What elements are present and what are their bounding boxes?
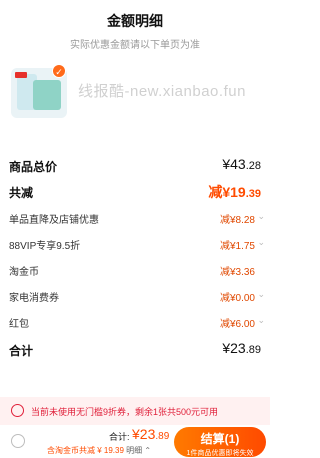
- notice-radio-icon[interactable]: [11, 404, 24, 417]
- brand-tag-icon: [15, 72, 27, 78]
- select-all-radio-icon[interactable]: [11, 434, 25, 448]
- product-image-part: [33, 80, 61, 110]
- discount-item-row[interactable]: 红包 减¥6.00 ⌄: [0, 308, 270, 334]
- coupon-notice-bar[interactable]: 当前未使用无门槛9折券，剩余1张共500元可用: [0, 397, 270, 425]
- discount-item-value: 减¥0.00: [219, 293, 255, 304]
- sum-label: 合计: [9, 344, 34, 358]
- discount-item-label: 88VIP专享9.5折: [9, 241, 81, 252]
- chevron-down-icon: ⌄: [257, 237, 265, 247]
- discount-item-label: 红包: [9, 319, 29, 330]
- watermark-text: 线报酷-new.xianbao.fun: [78, 83, 246, 100]
- discount-total-value: 减¥19.39: [208, 184, 261, 200]
- discount-item-label: 单品直降及店铺优惠: [9, 215, 99, 226]
- checkout-bar: 合计: ¥23.89 含淘金币共减 ¥ 19.39 明细 ⌃ 结算(1) 1件商…: [0, 425, 270, 458]
- product-area: ✓ 线报酷-new.xianbao.fun: [0, 52, 270, 122]
- discount-total-row: 共减 减¥19.39: [0, 178, 270, 204]
- chevron-down-icon: ⌄: [257, 289, 265, 299]
- discount-item-label: 淘金币: [9, 267, 39, 278]
- discount-item-row[interactable]: 88VIP专享9.5折 减¥1.75 ⌄: [0, 230, 270, 256]
- sum-value: ¥23.89: [222, 340, 261, 356]
- goods-total-value: ¥43.28: [222, 156, 261, 172]
- sum-row: 合计 ¥23.89: [0, 334, 270, 364]
- checkout-button-label: 结算(1): [200, 432, 240, 446]
- sheet-title: 金额明细: [107, 13, 163, 29]
- footer-total-label: 合计:: [109, 432, 130, 442]
- discount-item-row: 淘金币 减¥3.36: [0, 256, 270, 282]
- discount-item-row[interactable]: 家电消费券 减¥0.00 ⌄: [0, 282, 270, 308]
- chevron-down-icon: ⌄: [257, 315, 265, 325]
- footer-total-value: ¥23.89: [132, 426, 170, 442]
- discount-item-value: 减¥8.28: [219, 215, 255, 226]
- chevron-up-icon[interactable]: ⌃: [142, 446, 151, 455]
- discount-item-row[interactable]: 单品直降及店铺优惠 减¥8.28 ⌄: [0, 204, 270, 230]
- goods-total-row: 商品总价 ¥43.28: [0, 152, 270, 178]
- detail-toggle[interactable]: 明细: [126, 446, 142, 455]
- sheet-header: 金额明细 实际优惠金额请以下单页为准: [0, 0, 270, 52]
- discount-item-label: 家电消费券: [9, 293, 59, 304]
- goods-total-label: 商品总价: [9, 160, 58, 174]
- discount-item-value: 减¥6.00: [219, 319, 255, 330]
- chevron-down-icon: ⌄: [257, 211, 265, 221]
- footer-discount-summary: 含淘金币共减 ¥ 19.39 明细 ⌃: [47, 446, 152, 455]
- selected-check-icon[interactable]: ✓: [52, 64, 66, 78]
- sheet-subtitle: 实际优惠金额请以下单页为准: [70, 40, 200, 51]
- amount-detail-sheet: 金额明细 实际优惠金额请以下单页为准 ✓ 线报酷-new.xianbao.fun…: [0, 0, 270, 458]
- checkout-button-hint: 1件商品优惠即将失效: [186, 450, 254, 457]
- discount-item-value: 减¥3.36: [219, 267, 255, 278]
- price-breakdown: 商品总价 ¥43.28 共减 减¥19.39 单品直降及店铺优惠 减¥8.28 …: [0, 152, 270, 364]
- checkout-button[interactable]: 结算(1) 1件商品优惠即将失效: [174, 427, 266, 457]
- discount-total-label: 共减: [9, 186, 34, 200]
- coupon-notice-text: 当前未使用无门槛9折券，剩余1张共500元可用: [31, 407, 219, 417]
- discount-item-value: 减¥1.75: [219, 241, 255, 252]
